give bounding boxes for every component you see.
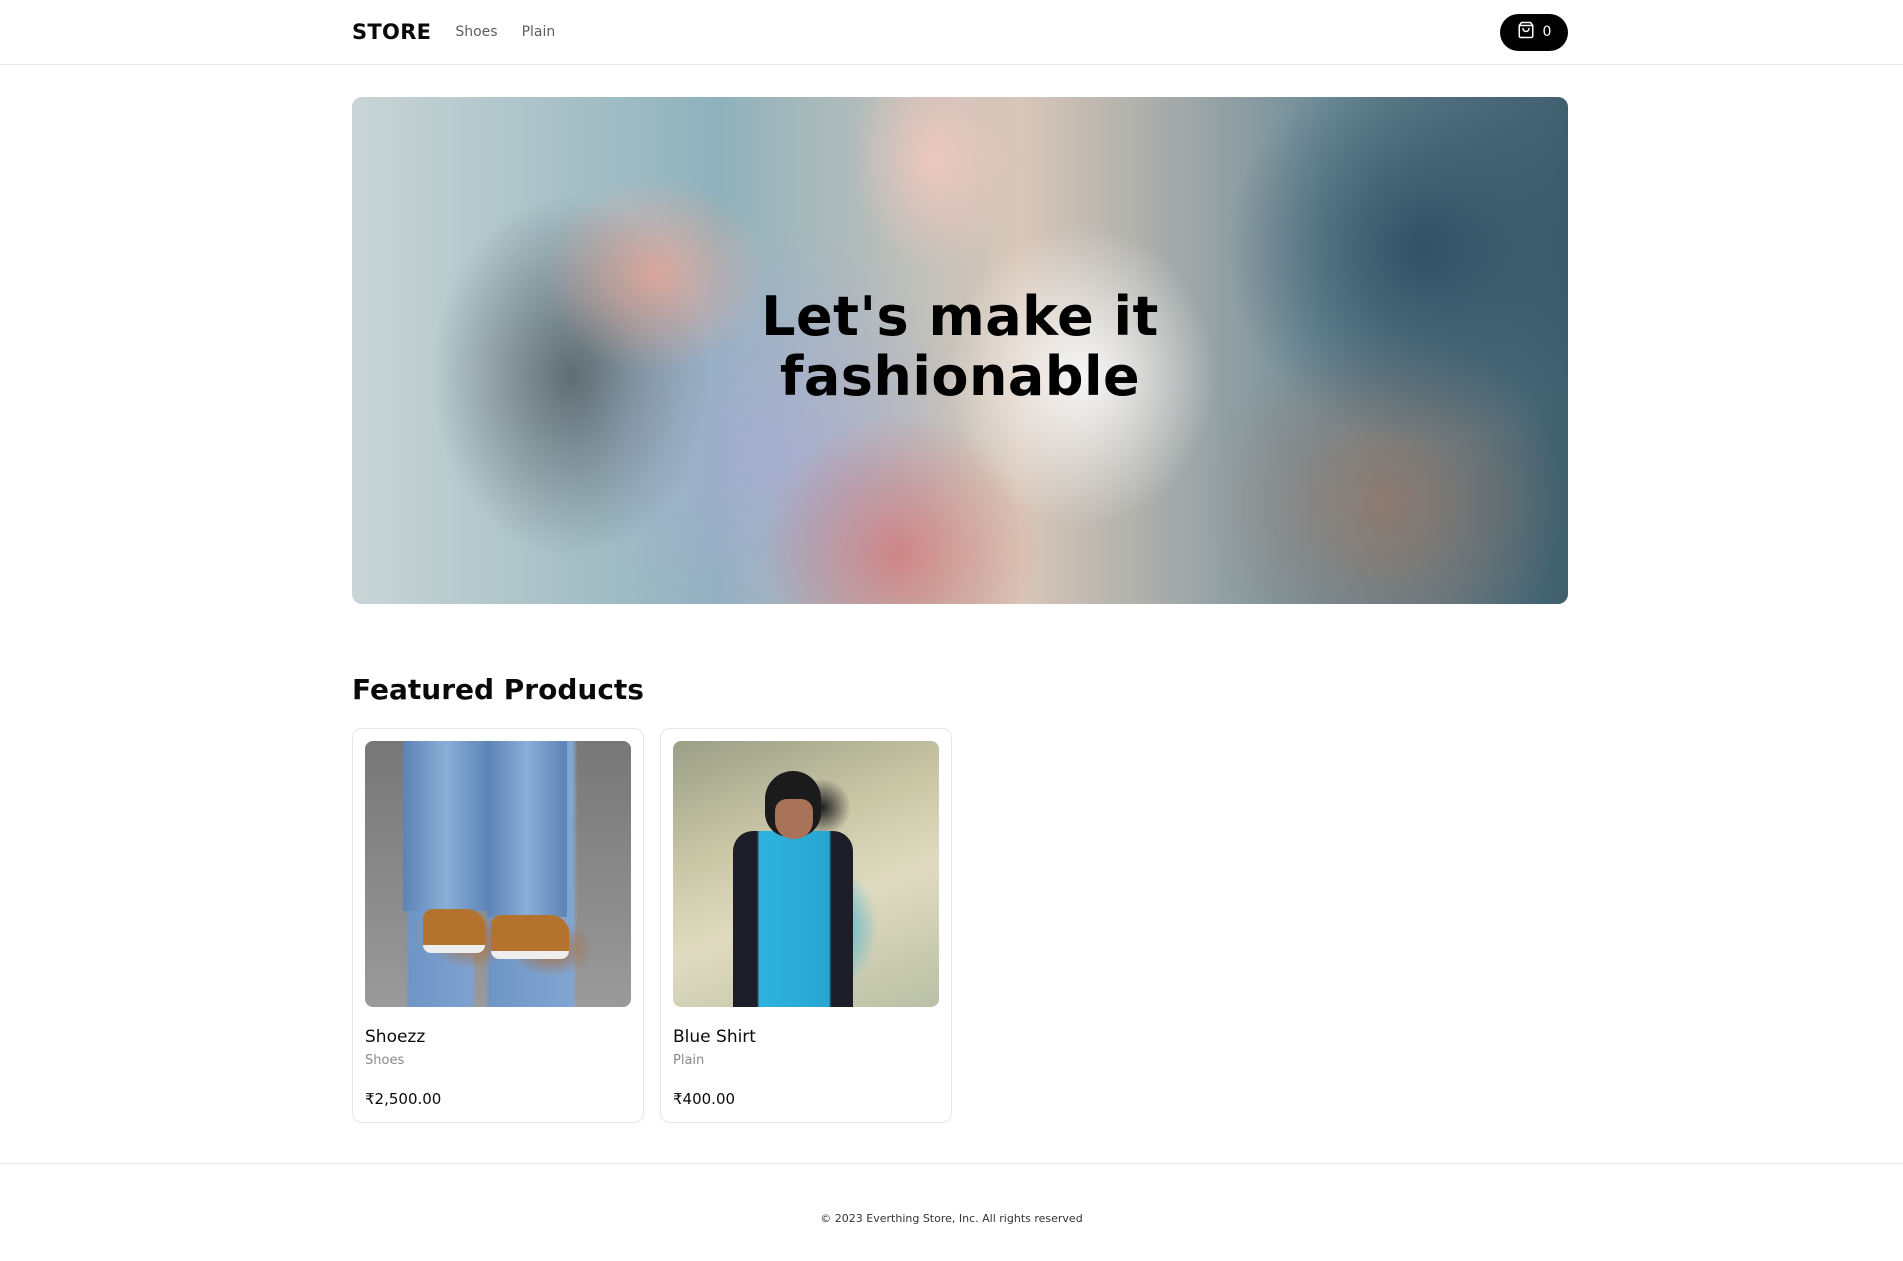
product-card-shoezz[interactable]: Shoezz Shoes ₹2,500.00 (352, 728, 644, 1123)
product-price: ₹2,500.00 (365, 1090, 442, 1108)
product-image-detail (403, 741, 489, 911)
store-logo[interactable]: STORE (352, 20, 431, 44)
nav-link-plain[interactable]: Plain (522, 24, 556, 40)
product-name: Blue Shirt (673, 1027, 756, 1047)
featured-products-heading: Featured Products (352, 673, 644, 706)
product-category: Shoes (365, 1053, 405, 1068)
product-image[interactable] (673, 741, 939, 1007)
navbar: STORE Shoes Plain 0 (0, 0, 1903, 65)
product-image-detail (487, 741, 567, 917)
product-image[interactable] (365, 741, 631, 1007)
footer: © 2023 Everthing Store, Inc. All rights … (0, 1163, 1903, 1261)
footer-copyright: © 2023 Everthing Store, Inc. All rights … (820, 1212, 1083, 1225)
product-price: ₹400.00 (673, 1090, 736, 1108)
hero-title: Let's make it fashionable (352, 287, 1568, 407)
hero-banner: Let's make it fashionable (352, 97, 1568, 604)
cart-count: 0 (1542, 24, 1552, 40)
product-name: Shoezz (365, 1027, 426, 1047)
hero-title-line-2: fashionable (779, 345, 1141, 408)
product-image-detail (733, 831, 853, 1007)
hero-title-line-1: Let's make it (761, 285, 1159, 348)
product-list: Shoezz Shoes ₹2,500.00 Blue Shirt Plain … (352, 728, 952, 1123)
nav-link-shoes[interactable]: Shoes (455, 24, 497, 40)
shopping-bag-icon (1517, 21, 1535, 43)
product-category: Plain (673, 1053, 705, 1068)
product-image-detail (775, 799, 813, 839)
product-card-blue-shirt[interactable]: Blue Shirt Plain ₹400.00 (660, 728, 952, 1123)
cart-button[interactable]: 0 (1500, 13, 1568, 51)
product-image-detail (491, 915, 569, 959)
product-image-detail (423, 909, 485, 953)
navbar-inner: STORE Shoes Plain 0 (352, 0, 1568, 64)
